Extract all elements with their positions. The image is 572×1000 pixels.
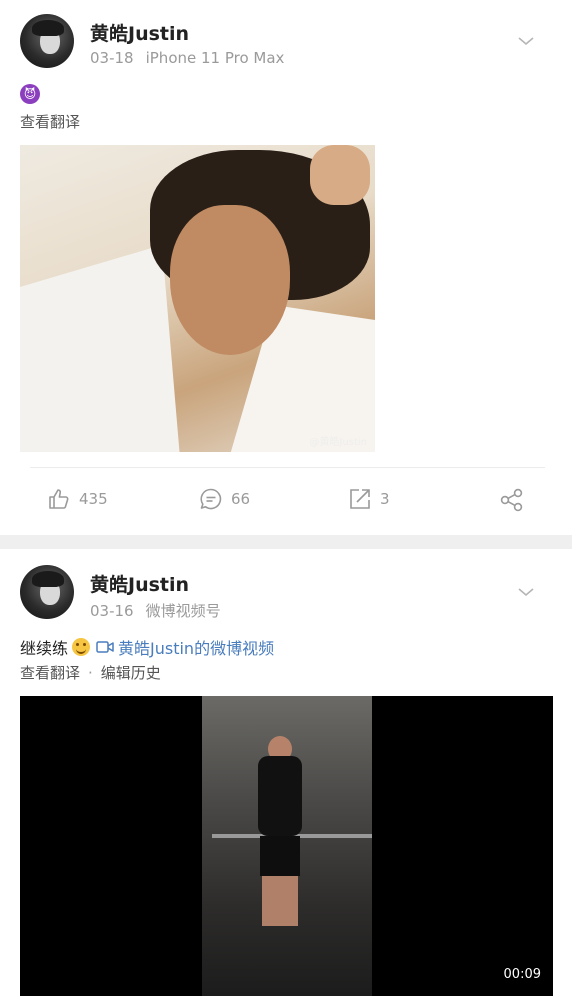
post-source: 微博视频号 bbox=[145, 602, 221, 620]
repost-icon bbox=[350, 489, 370, 509]
post-meta: 03-16 微博视频号 bbox=[90, 600, 221, 621]
post-date: 03-16 bbox=[90, 602, 134, 620]
video-frame bbox=[202, 696, 372, 996]
photo-watermark: @黄皓Justin bbox=[309, 437, 367, 448]
separator: · bbox=[88, 664, 93, 682]
repost-count: 3 bbox=[380, 490, 390, 508]
post-meta: 03-18 iPhone 11 Pro Max bbox=[90, 49, 284, 67]
avatar[interactable] bbox=[20, 565, 74, 619]
comment-count: 66 bbox=[231, 490, 251, 508]
like-button[interactable]: 435 bbox=[47, 487, 108, 511]
chevron-down-icon[interactable] bbox=[518, 584, 534, 600]
video-duration: 00:09 bbox=[503, 967, 541, 982]
comment-icon bbox=[200, 488, 222, 510]
video-link[interactable]: 黄皓Justin的微博视频 bbox=[118, 635, 274, 659]
post-card: 黄皓Justin 03-18 iPhone 11 Pro Max 😈 查看翻译 @… bbox=[0, 0, 572, 535]
devil-emoji-icon: 😈 bbox=[20, 84, 40, 104]
smile-emoji-icon bbox=[72, 638, 91, 656]
chevron-down-icon[interactable] bbox=[518, 33, 534, 49]
avatar[interactable] bbox=[20, 14, 74, 68]
share-button[interactable] bbox=[499, 487, 533, 513]
post-photo[interactable]: @黄皓Justin bbox=[20, 145, 375, 452]
post-card: 黄皓Justin 03-16 微博视频号 继续练 黄皓Justin的微博视频 查看… bbox=[0, 549, 572, 1000]
translate-link[interactable]: 查看翻译 bbox=[20, 111, 80, 132]
comment-button[interactable]: 66 bbox=[199, 487, 250, 511]
section-gap bbox=[0, 535, 572, 549]
like-count: 435 bbox=[79, 490, 108, 508]
post-text-body: 继续练 bbox=[20, 639, 69, 658]
post-links: 查看翻译 · 编辑历史 bbox=[20, 662, 161, 683]
username[interactable]: 黄皓Justin bbox=[90, 19, 189, 46]
post-date: 03-18 bbox=[90, 49, 134, 67]
username[interactable]: 黄皓Justin bbox=[90, 570, 189, 597]
like-icon bbox=[49, 489, 69, 509]
post-source: iPhone 11 Pro Max bbox=[145, 49, 285, 67]
edit-history-link[interactable]: 编辑历史 bbox=[101, 664, 161, 682]
video-icon bbox=[96, 641, 114, 653]
translate-link[interactable]: 查看翻译 bbox=[20, 664, 80, 682]
post-text: 继续练 黄皓Justin的微博视频 bbox=[20, 635, 274, 659]
repost-button[interactable]: 3 bbox=[348, 487, 390, 511]
share-icon bbox=[500, 488, 523, 512]
video-player[interactable]: 00:09 bbox=[20, 696, 553, 996]
divider bbox=[30, 467, 545, 468]
